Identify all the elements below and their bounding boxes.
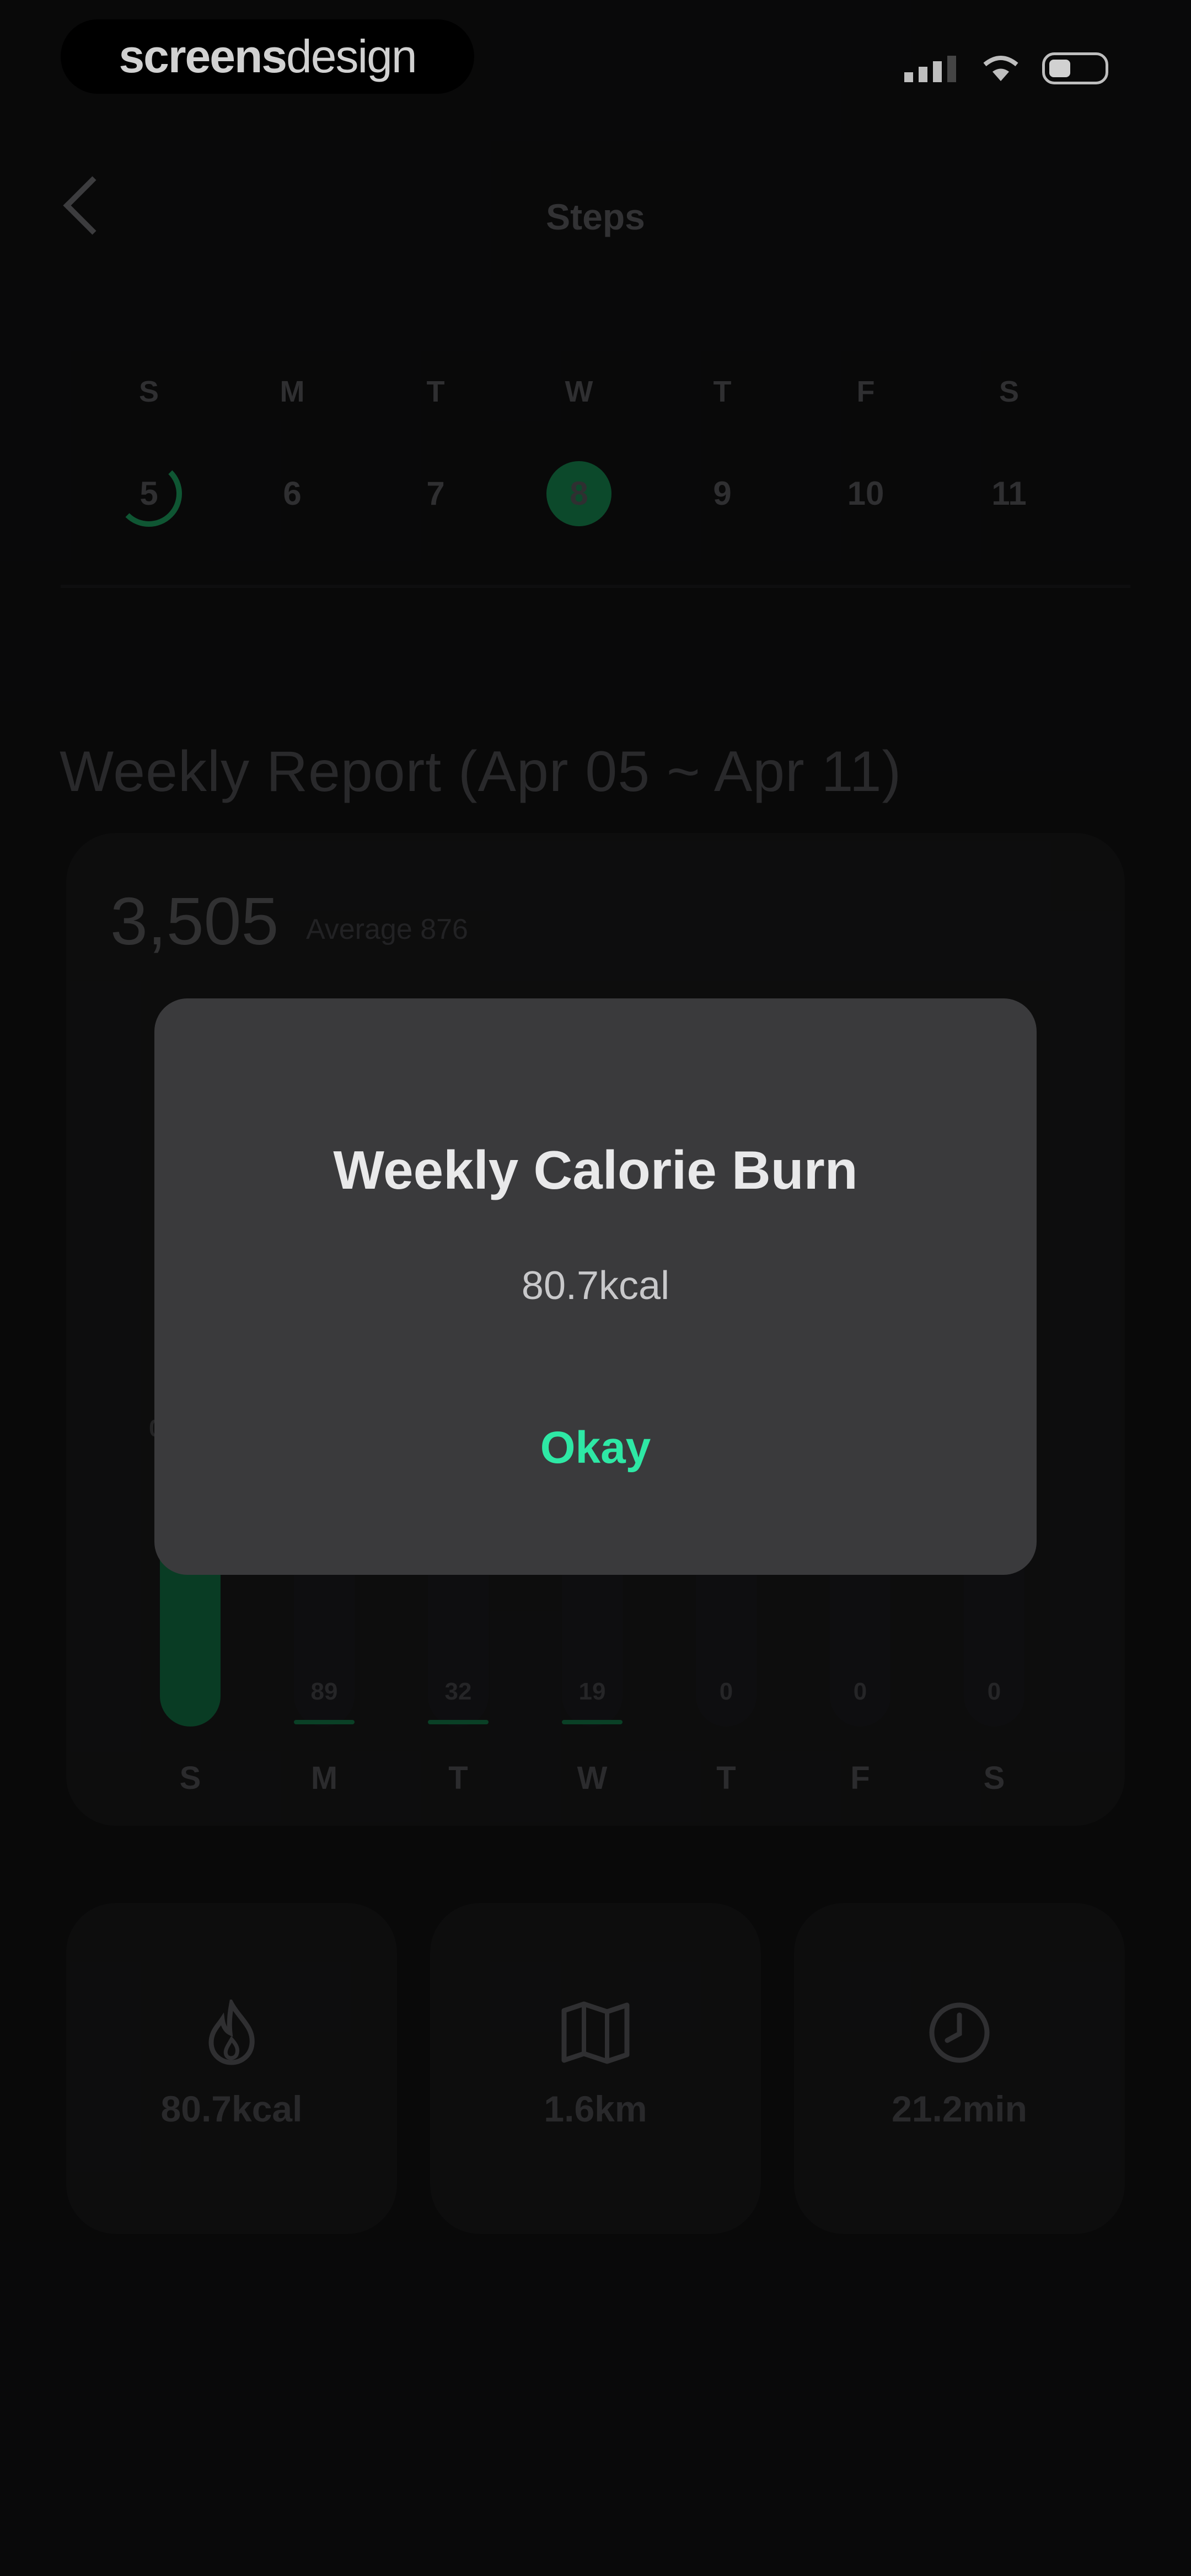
okay-button[interactable]: Okay bbox=[485, 1418, 706, 1478]
dialog-message: 80.7kcal bbox=[521, 1264, 670, 1308]
dialog-title: Weekly Calorie Burn bbox=[333, 1140, 858, 1200]
alert-dialog: Weekly Calorie Burn 80.7kcal Okay bbox=[154, 998, 1037, 1575]
